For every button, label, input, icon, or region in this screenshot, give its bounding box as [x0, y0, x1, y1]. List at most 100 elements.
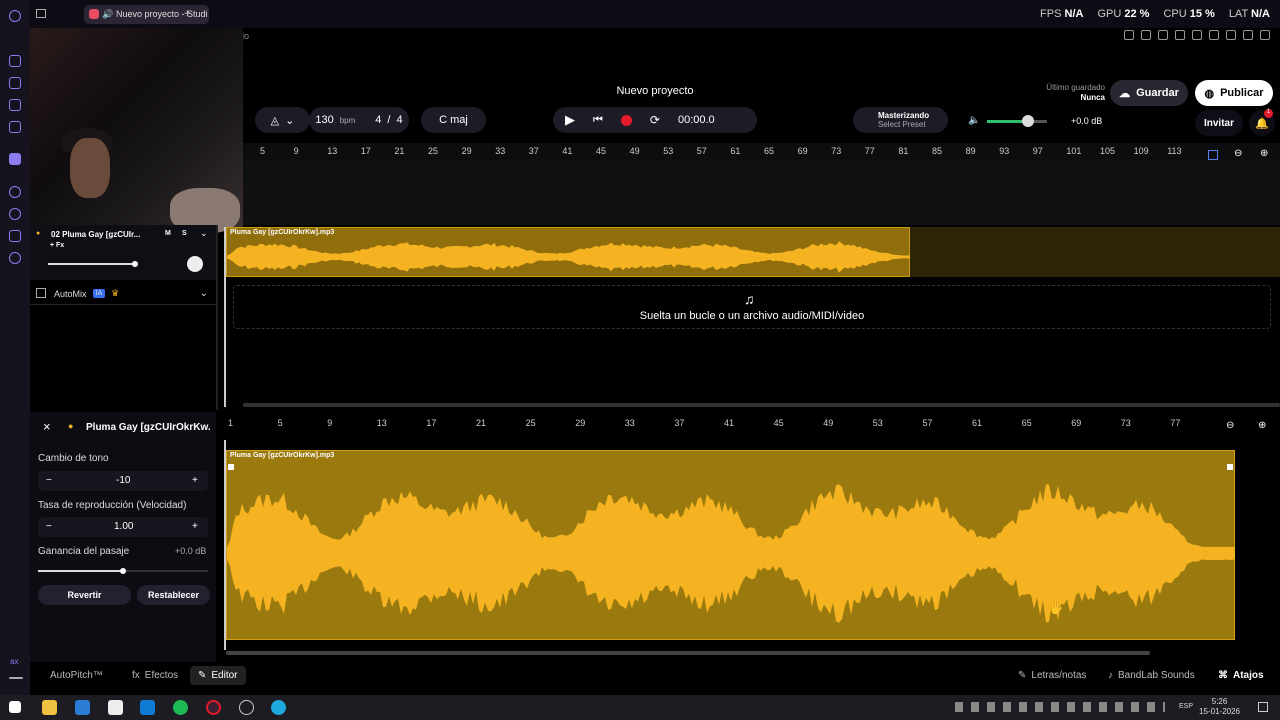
system-tray-icons[interactable]: [955, 702, 1165, 712]
pitch-plus-button[interactable]: +: [192, 475, 198, 486]
panel-divider[interactable]: [216, 225, 218, 410]
twitch-icon[interactable]: [9, 153, 21, 165]
heart-icon[interactable]: [1192, 30, 1202, 40]
play-icon[interactable]: ▶: [565, 112, 575, 128]
chevron-down-icon[interactable]: ⌄: [200, 228, 208, 239]
clip-handle-left[interactable]: [228, 464, 234, 470]
play-circle-icon[interactable]: [9, 186, 21, 198]
add-tab-icon[interactable]: +: [184, 6, 191, 20]
horizontal-scrollbar-editor[interactable]: [226, 651, 1150, 655]
audio-playing-icon[interactable]: 🔊: [102, 9, 113, 20]
publish-button[interactable]: ◍ Publicar: [1195, 80, 1273, 106]
tabs-icon[interactable]: [36, 9, 46, 18]
timeline-ruler-top[interactable]: 5 9 13 17 21 25 29 33 37 41 45 49 53 57 61 65 69 73 77 81 85…: [243, 143, 1280, 161]
shield-icon[interactable]: [1158, 30, 1168, 40]
zoom-in-icon[interactable]: ⊕: [1258, 420, 1266, 431]
audio-clip[interactable]: Pluma Gay [gzCUIrOkrKw].mp3: [226, 227, 911, 277]
editor-audio-clip[interactable]: Pluma Gay [gzCUIrOkrKw].mp3: [226, 450, 1235, 640]
time-sig-den[interactable]: 4: [396, 114, 402, 126]
rate-value[interactable]: 1.00: [114, 521, 133, 532]
messenger-icon[interactable]: [9, 99, 21, 111]
effects-tab[interactable]: fx Efectos: [132, 670, 178, 681]
pitch-minus-button[interactable]: −: [46, 475, 52, 486]
aria-ai-icon[interactable]: [1243, 30, 1253, 40]
revert-button[interactable]: Revertir: [38, 585, 131, 605]
editor-tab[interactable]: ✎ Editor: [190, 666, 246, 685]
automix-row[interactable]: AutoMix IA ♛ ⌄: [30, 283, 216, 305]
tempo-time-sig[interactable]: 130 bpm 4/4: [309, 107, 409, 133]
track-volume-slider[interactable]: [48, 263, 134, 265]
playhead-top[interactable]: [224, 227, 226, 407]
invite-button[interactable]: Invitar: [1195, 110, 1243, 136]
reset-button[interactable]: Restablecer: [137, 585, 210, 605]
ax-icon[interactable]: ax: [10, 657, 18, 666]
zoom-out-icon[interactable]: ⊖: [1226, 420, 1234, 431]
mail-icon[interactable]: [9, 121, 21, 133]
zoom-out-icon[interactable]: ⊖: [1234, 148, 1242, 159]
language-indicator[interactable]: ESP: [1179, 703, 1193, 710]
pitch-stepper[interactable]: − -10 +: [38, 471, 208, 491]
rate-minus-button[interactable]: −: [46, 521, 52, 532]
time-sig-num[interactable]: 4: [375, 114, 381, 126]
track-header[interactable]: ● 02 Pluma Gay [gzCUIr... M S ⌄ + Fx: [30, 225, 216, 280]
track-volume-thumb[interactable]: [132, 261, 138, 267]
timeline-ruler-editor[interactable]: 1 5 9 13 17 21 25 29 33 37 41 45 49 53 57 61 65 69 73 77: [226, 415, 1280, 433]
bpm-value[interactable]: 130: [315, 114, 333, 126]
rate-stepper[interactable]: − 1.00 +: [38, 517, 208, 537]
pan-knob[interactable]: [187, 256, 203, 272]
windows-start-icon[interactable]: [9, 701, 21, 713]
store-icon[interactable]: [108, 700, 123, 715]
record-icon[interactable]: [620, 114, 632, 126]
stack-icon[interactable]: [1209, 30, 1219, 40]
autopitch-tab[interactable]: AutoPitch™: [50, 670, 103, 681]
sounds-tab[interactable]: ♪ BandLab Sounds: [1108, 670, 1195, 681]
save-button[interactable]: ☁ Guardar: [1110, 80, 1188, 106]
key-selector[interactable]: C maj: [421, 107, 486, 133]
obs-icon[interactable]: [239, 700, 254, 715]
mute-button[interactable]: M: [165, 230, 171, 237]
zoom-in-icon[interactable]: ⊕: [1260, 148, 1268, 159]
ai-icon[interactable]: [9, 55, 21, 67]
lyrics-tab[interactable]: ✎ Letras/notas: [1018, 670, 1086, 681]
track-name[interactable]: 02 Pluma Gay [gzCUIr...: [51, 230, 151, 239]
chevron-down-icon[interactable]: ⌄: [200, 288, 208, 299]
snapshot-icon[interactable]: [1141, 30, 1151, 40]
opera-gx-icon[interactable]: [206, 700, 221, 715]
horizontal-scrollbar-top[interactable]: [243, 403, 1280, 407]
snap-icon[interactable]: [1208, 150, 1218, 160]
pitch-value[interactable]: -10: [116, 475, 130, 486]
volume-icon[interactable]: 🔈: [968, 115, 980, 126]
file-explorer-icon[interactable]: [42, 700, 57, 715]
notification-center-icon[interactable]: [1258, 702, 1268, 712]
pin-icon[interactable]: [1124, 30, 1134, 40]
opera-logo-icon[interactable]: [9, 10, 21, 22]
menu-icon[interactable]: [9, 677, 23, 679]
loop-icon[interactable]: ⟳: [650, 113, 660, 127]
clock-icon[interactable]: [9, 208, 21, 220]
send-icon[interactable]: [1175, 30, 1185, 40]
playhead-editor[interactable]: [224, 440, 226, 650]
mastering-button[interactable]: Masterizando Select Preset: [853, 107, 948, 133]
spotify-icon[interactable]: [173, 700, 188, 715]
edge-icon[interactable]: [271, 700, 286, 715]
close-icon[interactable]: ×: [43, 419, 51, 434]
vscode-icon[interactable]: [140, 700, 155, 715]
download-icon[interactable]: [1226, 30, 1236, 40]
volume-thumb[interactable]: [1022, 115, 1034, 127]
metronome-button[interactable]: ◬ ⌄: [255, 107, 310, 133]
gain-thumb[interactable]: [120, 568, 126, 574]
solo-button[interactable]: S: [182, 230, 187, 237]
clip-handle-right[interactable]: [1227, 464, 1233, 470]
rate-plus-button[interactable]: +: [192, 521, 198, 532]
easy-setup-icon[interactable]: [1260, 30, 1270, 40]
settings-icon[interactable]: [9, 252, 21, 264]
project-title[interactable]: Nuevo proyecto: [560, 85, 750, 97]
cube-icon[interactable]: [9, 230, 21, 242]
add-fx-button[interactable]: + Fx: [50, 242, 64, 249]
taskbar-clock[interactable]: 5:26 15-01-2026: [1199, 697, 1240, 717]
skip-back-icon[interactable]: ⏮: [593, 114, 603, 127]
bag-icon[interactable]: [9, 77, 21, 89]
volume-slider[interactable]: [987, 120, 1047, 123]
shortcuts-tab[interactable]: ⌘ Atajos: [1218, 670, 1264, 681]
outlook-icon[interactable]: [75, 700, 90, 715]
